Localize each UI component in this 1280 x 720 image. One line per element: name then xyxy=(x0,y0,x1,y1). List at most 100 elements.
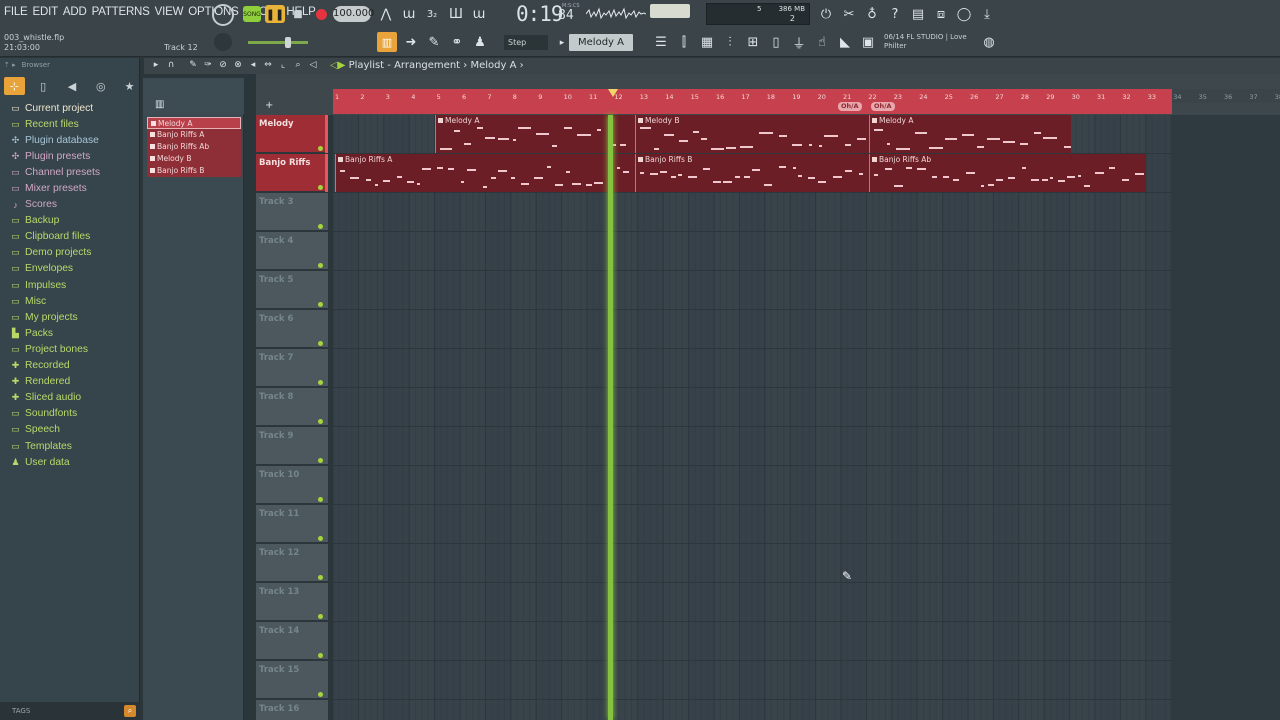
arrow-right-icon[interactable]: ➜ xyxy=(402,33,420,51)
song-mode-button[interactable]: SONG xyxy=(243,6,261,22)
channel-rack-icon[interactable]: ▦ xyxy=(698,33,716,51)
menu-file[interactable]: FILE xyxy=(4,6,28,18)
playlist-arrow-icon[interactable]: ▸ xyxy=(150,59,162,72)
step-edit-icon[interactable]: Ш xyxy=(447,5,465,23)
track-mute-led[interactable] xyxy=(318,302,323,307)
loop-record-icon[interactable]: ɯ xyxy=(470,5,488,23)
slice-tool-icon[interactable]: ⇔ xyxy=(262,59,274,72)
browser-item[interactable]: ▭ Clipboard files xyxy=(10,229,140,245)
track-header[interactable]: Track 5 xyxy=(256,271,328,309)
menu-edit[interactable]: EDIT xyxy=(33,6,59,18)
track-mute-led[interactable] xyxy=(318,224,323,229)
track-mute-led[interactable] xyxy=(318,575,323,580)
browser-item[interactable]: ▭ Recent files xyxy=(10,116,140,132)
pattern-clip[interactable]: Banjo Riffs Ab xyxy=(869,154,1146,192)
pattern-clip[interactable]: Melody A xyxy=(435,115,635,153)
master-volume-slider[interactable] xyxy=(248,41,308,44)
link-icon[interactable]: ⚭ xyxy=(448,33,466,51)
track-mute-led[interactable] xyxy=(318,419,323,424)
track-header[interactable]: Track 3 xyxy=(256,193,328,231)
browser-item[interactable]: ▭ Misc xyxy=(10,293,140,309)
track-header[interactable]: Banjo Riffs xyxy=(256,154,328,192)
browser-item[interactable]: ▭ Speech xyxy=(10,422,140,438)
countdown-icon[interactable]: 3₂ xyxy=(423,5,441,23)
browser-item[interactable]: ▭ Mixer presets xyxy=(10,180,140,196)
megaphone-icon[interactable]: ◣ xyxy=(836,33,854,51)
pattern-item[interactable]: Banjo Riffs Ab xyxy=(147,140,241,153)
track-mute-led[interactable] xyxy=(318,341,323,346)
track-header[interactable]: Track 10 xyxy=(256,466,328,504)
snap-selector[interactable]: Step xyxy=(504,35,548,50)
select-tool-icon[interactable]: ⌞ xyxy=(277,59,289,72)
playlist-grid[interactable]: Melody A Melody B Melody A Banjo Riffs A Ban… xyxy=(333,115,1280,720)
file-icon[interactable]: ▯ xyxy=(767,33,785,51)
track-header[interactable]: Melody xyxy=(256,115,328,153)
browser-tree-icon[interactable]: ⊞ xyxy=(744,33,762,51)
slip-tool-icon[interactable]: ◂ xyxy=(247,59,259,72)
pitch-knob[interactable] xyxy=(214,33,232,51)
timeline-ruler[interactable]: 1 2 3 4 5 6 7 8 9 10 11 12 13 14 15 16 17 18 19 20 21 22 23 24 2… xyxy=(333,89,1280,114)
microphone-icon[interactable]: ♁ xyxy=(863,5,881,23)
browser-item[interactable]: ▭ Templates xyxy=(10,438,140,454)
save-icon[interactable]: ▤ xyxy=(909,5,927,23)
pattern-clip[interactable]: Banjo Riffs A xyxy=(335,154,635,192)
pattern-item[interactable]: Melody B xyxy=(147,152,241,165)
track-header[interactable]: Track 13 xyxy=(256,583,328,621)
browser-item[interactable]: ✚ Recorded xyxy=(10,358,140,374)
browser-item[interactable]: ✚ Sliced audio xyxy=(10,390,140,406)
pencil-icon[interactable]: ✎ xyxy=(425,33,443,51)
browser-speaker-button[interactable]: ◀ xyxy=(62,77,83,95)
plugin-icon[interactable]: ⧈ xyxy=(932,5,950,23)
snap-button[interactable]: ▥ xyxy=(377,32,397,52)
tags-bar[interactable]: TAGS ⌕ xyxy=(0,702,140,720)
chat-icon[interactable]: ◯ xyxy=(955,5,973,23)
shop-icon[interactable]: ▣ xyxy=(859,33,877,51)
track-mute-led[interactable] xyxy=(318,692,323,697)
wait-input-icon[interactable]: ɯ xyxy=(400,5,418,23)
plug-icon[interactable]: ⏚ xyxy=(790,33,808,52)
download-icon[interactable]: ⤓ xyxy=(978,5,996,23)
browser-item[interactable]: ▭ My projects xyxy=(10,309,140,325)
pattern-item[interactable]: Banjo Riffs B xyxy=(147,164,241,177)
tempo-display[interactable]: 100.000 xyxy=(333,6,374,22)
track-mute-led[interactable] xyxy=(318,146,323,151)
arrow-icon[interactable]: ⇡ ▸ xyxy=(4,58,16,72)
browser-item[interactable]: ▭ Demo projects xyxy=(10,245,140,261)
playhead[interactable] xyxy=(608,115,613,720)
track-mute-led[interactable] xyxy=(318,497,323,502)
track-header[interactable]: Track 6 xyxy=(256,310,328,348)
picker-piano-icon[interactable]: ▥ xyxy=(155,99,164,110)
track-header[interactable]: Track 15 xyxy=(256,661,328,699)
track-header[interactable]: Track 14 xyxy=(256,622,328,660)
browser-item[interactable]: ▭ Impulses xyxy=(10,277,140,293)
browser-favorites-button[interactable]: ★ xyxy=(119,77,140,95)
track-header[interactable]: Track 7 xyxy=(256,349,328,387)
pattern-item[interactable]: Melody A xyxy=(147,117,241,129)
record-button[interactable] xyxy=(312,5,330,23)
pattern-clip[interactable]: Melody A xyxy=(869,115,1071,153)
menu-patterns[interactable]: PATTERNS xyxy=(92,6,150,18)
track-header[interactable]: Track 8 xyxy=(256,388,328,426)
time-marker[interactable]: Oh/A xyxy=(838,102,862,111)
playback-tool-icon[interactable]: ◁ xyxy=(307,59,319,72)
browser-item[interactable]: ▭ Backup xyxy=(10,213,140,229)
touch-icon[interactable]: ☝ xyxy=(813,33,831,51)
browser-item[interactable]: ▭ Soundfonts xyxy=(10,406,140,422)
pause-button[interactable]: ❚❚ xyxy=(265,5,285,23)
master-volume-knob[interactable] xyxy=(212,4,234,26)
browser-item[interactable]: ▭ Project bones xyxy=(10,341,140,357)
stamp-icon[interactable]: ♟ xyxy=(471,33,489,51)
zoom-tool-icon[interactable]: ⌕ xyxy=(292,59,304,72)
track-mute-led[interactable] xyxy=(318,653,323,658)
help-icon[interactable]: ? xyxy=(886,5,904,23)
browser-files-button[interactable]: ▯ xyxy=(33,77,54,95)
menu-add[interactable]: ADD xyxy=(63,6,87,18)
add-track-icon[interactable]: + xyxy=(265,100,273,111)
pattern-clip[interactable]: Banjo Riffs B xyxy=(635,154,869,192)
browser-item[interactable]: ✚ Rendered xyxy=(10,374,140,390)
time-marker[interactable]: Oh/A xyxy=(871,102,895,111)
mixer-icon[interactable]: ⫶ xyxy=(721,33,739,51)
search-icon[interactable]: ⌕ xyxy=(124,705,136,717)
browser-item[interactable]: ▙ Packs xyxy=(10,325,140,341)
browser-item[interactable]: ▭ Channel presets xyxy=(10,164,140,180)
